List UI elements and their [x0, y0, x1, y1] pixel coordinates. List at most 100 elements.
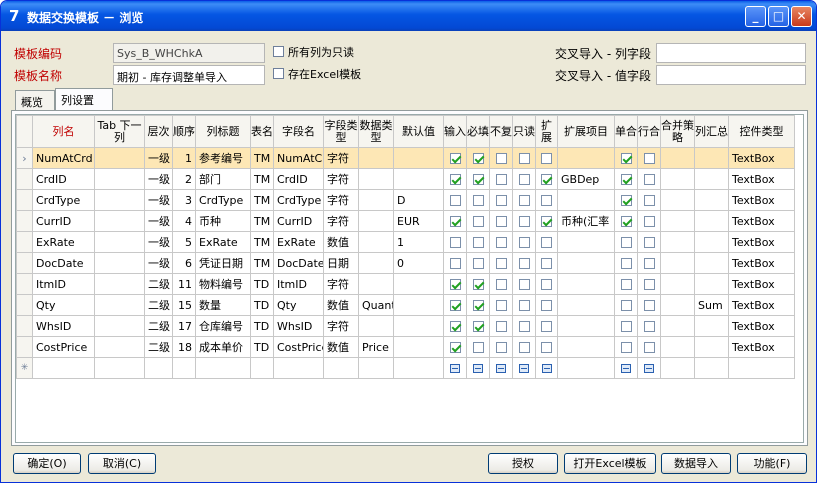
grid-cell[interactable]: 数值: [323, 231, 359, 253]
row-selector[interactable]: [16, 231, 33, 253]
checkbox-cell[interactable]: [443, 273, 467, 295]
checkbox-cell[interactable]: [443, 252, 467, 274]
checkbox[interactable]: [449, 216, 461, 227]
checkbox-cell[interactable]: [614, 273, 638, 295]
checkbox[interactable]: [518, 258, 530, 269]
grid-cell[interactable]: [557, 231, 615, 253]
checkbox-cell[interactable]: [489, 147, 513, 169]
grid-cell[interactable]: CrdID: [32, 168, 95, 190]
grid-cell[interactable]: Qty: [32, 294, 95, 316]
row-selector[interactable]: [16, 189, 33, 211]
grid-cell[interactable]: [660, 252, 695, 274]
checkbox[interactable]: [495, 321, 507, 332]
column-header[interactable]: 单合: [614, 115, 638, 148]
checkbox[interactable]: [643, 174, 655, 185]
ok-button[interactable]: 确定(O): [13, 453, 81, 474]
checkbox[interactable]: [518, 279, 530, 290]
checkbox[interactable]: [518, 216, 530, 227]
grid-cell[interactable]: 18: [172, 336, 196, 358]
new-row-cell[interactable]: [443, 357, 467, 379]
grid-cell[interactable]: WhsID: [273, 315, 324, 337]
checkbox-cell[interactable]: [614, 189, 638, 211]
checkbox-cell[interactable]: [489, 189, 513, 211]
column-header[interactable]: 表名: [250, 115, 274, 148]
checkbox[interactable]: [518, 195, 530, 206]
checkbox-cell[interactable]: [614, 210, 638, 232]
column-header[interactable]: 不复: [489, 115, 513, 148]
indeterminate-checkbox-icon[interactable]: [473, 364, 483, 373]
checkbox-cell[interactable]: [614, 252, 638, 274]
new-row-cell[interactable]: [535, 357, 558, 379]
function-button[interactable]: 功能(F): [737, 453, 807, 474]
checkbox-cell[interactable]: [614, 315, 638, 337]
checkbox[interactable]: [620, 216, 632, 227]
authorize-button[interactable]: 授权: [488, 453, 558, 474]
indeterminate-checkbox-icon[interactable]: [450, 364, 460, 373]
checkbox-cell[interactable]: [535, 252, 558, 274]
grid-cell[interactable]: TM: [250, 168, 274, 190]
checkbox-cell[interactable]: [512, 315, 536, 337]
grid-cell[interactable]: CostPrice: [273, 336, 324, 358]
grid-cell[interactable]: [94, 252, 145, 274]
checkbox-cell[interactable]: [443, 210, 467, 232]
grid-cell[interactable]: NumAtCr: [273, 147, 324, 169]
checkbox-cell[interactable]: [466, 315, 490, 337]
column-header[interactable]: 字段名: [273, 115, 324, 148]
new-row-cell[interactable]: [466, 357, 490, 379]
checkbox-cell[interactable]: [443, 231, 467, 253]
grid-cell[interactable]: 字符: [323, 189, 359, 211]
grid-cell[interactable]: ExRate: [195, 231, 251, 253]
grid-cell[interactable]: [660, 168, 695, 190]
new-row-cell[interactable]: [273, 357, 324, 379]
indeterminate-checkbox-icon[interactable]: [644, 364, 654, 373]
cancel-button[interactable]: 取消(C): [88, 453, 156, 474]
checkbox-cell[interactable]: [535, 231, 558, 253]
table-row[interactable]: DocDate 一级 6 凭证日期 TM DocDate 日期 0 TextBox: [16, 252, 795, 274]
checkbox[interactable]: [472, 195, 484, 206]
grid-cell[interactable]: 二级: [144, 336, 173, 358]
grid-cell[interactable]: 物料编号: [195, 273, 251, 295]
template-name-field[interactable]: 期初 - 库存调整单导入: [113, 65, 265, 85]
grid-cell[interactable]: [694, 189, 729, 211]
checkbox-cell[interactable]: [489, 231, 513, 253]
checkbox[interactable]: [643, 258, 655, 269]
grid-cell[interactable]: TextBox: [728, 231, 795, 253]
checkbox[interactable]: [472, 153, 484, 164]
grid-cell[interactable]: CurrID: [273, 210, 324, 232]
checkbox[interactable]: [643, 321, 655, 332]
column-header[interactable]: 列名: [32, 115, 95, 148]
checkbox[interactable]: [541, 321, 552, 332]
column-header[interactable]: 控件类型: [728, 115, 795, 148]
grid-cell[interactable]: [660, 147, 695, 169]
grid-cell[interactable]: [358, 252, 394, 274]
grid-cell[interactable]: Sum: [694, 294, 729, 316]
checkbox[interactable]: [518, 342, 530, 353]
grid-cell[interactable]: 数值: [323, 294, 359, 316]
grid-cell[interactable]: 11: [172, 273, 196, 295]
checkbox[interactable]: [449, 258, 461, 269]
new-row-cell[interactable]: [728, 357, 795, 379]
cross-value-field[interactable]: [656, 65, 806, 85]
checkbox[interactable]: [541, 195, 552, 206]
checkbox[interactable]: [449, 321, 461, 332]
checkbox[interactable]: [541, 279, 552, 290]
checkbox-cell[interactable]: [443, 147, 467, 169]
new-row-cell[interactable]: [144, 357, 173, 379]
grid-cell[interactable]: WhsID: [32, 315, 95, 337]
grid-cell[interactable]: [694, 252, 729, 274]
grid-cell[interactable]: [660, 273, 695, 295]
grid-cell[interactable]: [660, 210, 695, 232]
checkbox-cell[interactable]: [512, 210, 536, 232]
grid-cell[interactable]: [694, 231, 729, 253]
grid-cell[interactable]: [94, 189, 145, 211]
checkbox[interactable]: [472, 279, 484, 290]
checkbox-cell[interactable]: [443, 189, 467, 211]
checkbox-cell[interactable]: [443, 336, 467, 358]
checkbox-cell[interactable]: [489, 168, 513, 190]
checkbox-cell[interactable]: [535, 273, 558, 295]
grid-cell[interactable]: 15: [172, 294, 196, 316]
grid-cell[interactable]: Quant: [358, 294, 394, 316]
grid-cell[interactable]: [358, 168, 394, 190]
grid-cell[interactable]: TM: [250, 210, 274, 232]
column-header[interactable]: 层次: [144, 115, 173, 148]
